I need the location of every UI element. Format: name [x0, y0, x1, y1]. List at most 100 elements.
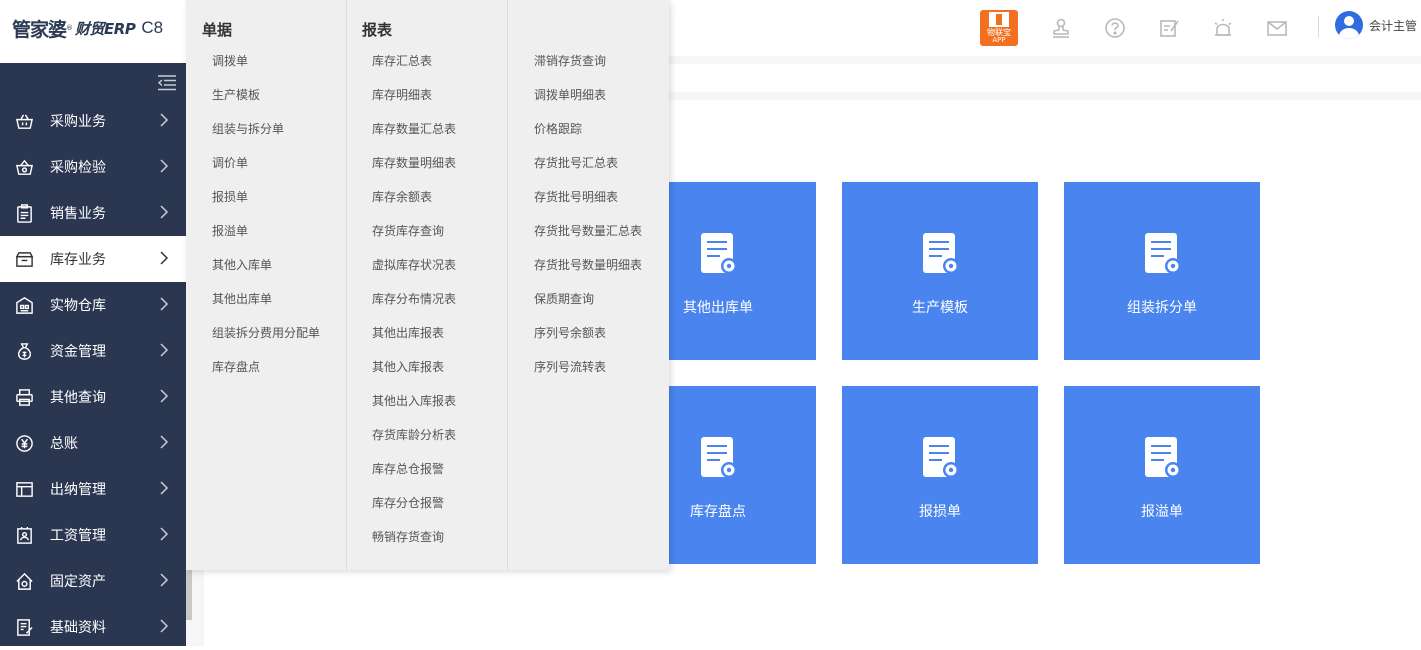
sidebar-item-payroll[interactable]: 工资管理	[0, 512, 186, 558]
logo-registered-mark: ®	[66, 24, 74, 32]
flyout-item[interactable]: 库存分布情况表	[347, 282, 507, 316]
app-logo[interactable]: 管家婆 ® 财贸ERP C8	[0, 0, 186, 56]
flyout-item[interactable]: 其他出库报表	[347, 316, 507, 350]
flyout-item[interactable]: 存货批号明细表	[508, 180, 669, 214]
chevron-right-icon	[160, 343, 169, 357]
yuan-icon	[14, 433, 34, 453]
chevron-right-icon	[160, 435, 169, 449]
user-name: 会计主管	[1369, 18, 1418, 33]
sidebar-item-sales[interactable]: 销售业务	[0, 190, 186, 236]
scrollbar[interactable]	[186, 570, 192, 620]
sidebar-item-cashier[interactable]: 出纳管理	[0, 466, 186, 512]
app-qr-badge[interactable]: 物联宝 APP	[980, 10, 1018, 46]
flyout-item[interactable]: 库存明细表	[347, 78, 507, 112]
document-gear-icon	[701, 233, 736, 274]
flyout-item[interactable]: 畅销存货查询	[347, 520, 507, 554]
user-menu[interactable]: 会计主管	[1335, 10, 1417, 40]
flyout-column-title: 单据	[202, 21, 233, 39]
avatar	[1335, 11, 1363, 39]
flyout-item[interactable]: 库存盘点	[186, 350, 346, 384]
flyout-item[interactable]: 库存数量明细表	[347, 146, 507, 180]
sidebar-item-label: 基础资料	[50, 620, 106, 636]
help-icon[interactable]	[1104, 17, 1126, 39]
flyout-item[interactable]: 库存分仓报警	[347, 486, 507, 520]
mail-icon[interactable]	[1266, 17, 1288, 39]
inventory-box-icon	[14, 249, 34, 269]
toolbar-divider	[1318, 16, 1319, 38]
sidebar-item-physical-warehouse[interactable]: 实物仓库	[0, 282, 186, 328]
flyout-item[interactable]: 滞销存货查询	[508, 44, 669, 78]
flyout-item[interactable]: 存货批号汇总表	[508, 146, 669, 180]
flyout-item[interactable]: 其他出入库报表	[347, 384, 507, 418]
chevron-right-icon	[160, 159, 169, 173]
chevron-right-icon	[160, 113, 169, 127]
sidebar-item-general-ledger[interactable]: 总账	[0, 420, 186, 466]
chevron-right-icon	[160, 389, 169, 403]
chevron-right-icon	[160, 297, 169, 311]
tile-assembly-split[interactable]: 组装拆分单	[1064, 182, 1260, 360]
sidebar-item-basic-data[interactable]: 基础资料	[0, 604, 186, 650]
sidebar-item-label: 总账	[50, 436, 78, 452]
inventory-flyout-menu: 单据 调拨单 生产模板 组装与拆分单 调价单 报损单 报溢单 其他入库单 其他出…	[186, 0, 669, 570]
flyout-item[interactable]: 序列号余额表	[508, 316, 669, 350]
flyout-item[interactable]: 库存汇总表	[347, 44, 507, 78]
flyout-item[interactable]: 库存余额表	[347, 180, 507, 214]
document-gear-icon	[1145, 437, 1180, 478]
flyout-item[interactable]: 序列号流转表	[508, 350, 669, 384]
flyout-item[interactable]: 保质期查询	[508, 282, 669, 316]
qr-icon	[989, 12, 1009, 27]
flyout-item[interactable]: 其他出库单	[186, 282, 346, 316]
flyout-item[interactable]: 价格跟踪	[508, 112, 669, 146]
flyout-item[interactable]: 报损单	[186, 180, 346, 214]
inspect-basket-icon	[14, 157, 34, 177]
flyout-item[interactable]: 调价单	[186, 146, 346, 180]
flyout-item[interactable]: 存货批号数量明细表	[508, 248, 669, 282]
flyout-item[interactable]: 调拨单	[186, 44, 346, 78]
flyout-item[interactable]: 报溢单	[186, 214, 346, 248]
chevron-right-icon	[160, 251, 169, 265]
sidebar-item-other-query[interactable]: 其他查询	[0, 374, 186, 420]
flyout-item[interactable]: 存货批号数量汇总表	[508, 214, 669, 248]
document-gear-icon	[923, 233, 958, 274]
flyout-item[interactable]: 生产模板	[186, 78, 346, 112]
sidebar-item-purchase-inspection[interactable]: 采购检验	[0, 144, 186, 190]
flyout-item[interactable]: 存货库存查询	[347, 214, 507, 248]
flyout-item[interactable]: 组装与拆分单	[186, 112, 346, 146]
flyout-column-reports-more: 滞销存货查询 调拨单明细表 价格跟踪 存货批号汇总表 存货批号明细表 存货批号数…	[508, 0, 669, 570]
sidebar-item-label: 其他查询	[50, 390, 106, 406]
flyout-column-documents: 单据 调拨单 生产模板 组装与拆分单 调价单 报损单 报溢单 其他入库单 其他出…	[186, 0, 347, 570]
flyout-item[interactable]: 库存总仓报警	[347, 452, 507, 486]
flyout-item[interactable]: 库存数量汇总表	[347, 112, 507, 146]
chevron-right-icon	[160, 205, 169, 219]
sidebar-item-label: 实物仓库	[50, 298, 106, 314]
sidebar-item-purchase[interactable]: 采购业务	[0, 98, 186, 144]
flyout-item[interactable]: 调拨单明细表	[508, 78, 669, 112]
printer-icon	[14, 387, 34, 407]
edit-icon[interactable]	[1158, 17, 1180, 39]
tile-production-template[interactable]: 生产模板	[842, 182, 1038, 360]
logo-brand: 管家婆	[12, 18, 67, 41]
stamp-icon[interactable]	[1050, 17, 1072, 39]
flyout-item[interactable]: 存货库龄分析表	[347, 418, 507, 452]
alarm-icon[interactable]	[1212, 17, 1234, 39]
flyout-item[interactable]: 组装拆分费用分配单	[186, 316, 346, 350]
collapse-menu-icon[interactable]	[157, 75, 177, 91]
sidebar-item-funds[interactable]: 资金管理	[0, 328, 186, 374]
flyout-column-reports: 报表 库存汇总表 库存明细表 库存数量汇总表 库存数量明细表 库存余额表 存货库…	[347, 0, 508, 570]
sidebar: 采购业务 采购检验 销售业务 库存业务 实物仓库 资金管理 其他查询 总账 出纳…	[0, 63, 186, 646]
sidebar-item-label: 出纳管理	[50, 482, 106, 498]
tile-overflow-report[interactable]: 报溢单	[1064, 386, 1260, 564]
tile-label: 生产模板	[912, 300, 968, 316]
sidebar-item-inventory[interactable]: 库存业务	[0, 236, 186, 282]
sidebar-item-label: 采购业务	[50, 114, 106, 130]
sidebar-item-fixed-assets[interactable]: 固定资产	[0, 558, 186, 604]
sidebar-item-label: 工资管理	[50, 528, 106, 544]
payroll-icon	[14, 525, 34, 545]
flyout-item[interactable]: 其他入库报表	[347, 350, 507, 384]
tile-label: 报溢单	[1141, 504, 1183, 520]
tile-loss-report[interactable]: 报损单	[842, 386, 1038, 564]
flyout-item[interactable]: 虚拟库存状况表	[347, 248, 507, 282]
flyout-list: 调拨单 生产模板 组装与拆分单 调价单 报损单 报溢单 其他入库单 其他出库单 …	[186, 44, 346, 384]
flyout-item[interactable]: 其他入库单	[186, 248, 346, 282]
sidebar-menu: 采购业务 采购检验 销售业务 库存业务 实物仓库 资金管理 其他查询 总账 出纳…	[0, 98, 186, 650]
